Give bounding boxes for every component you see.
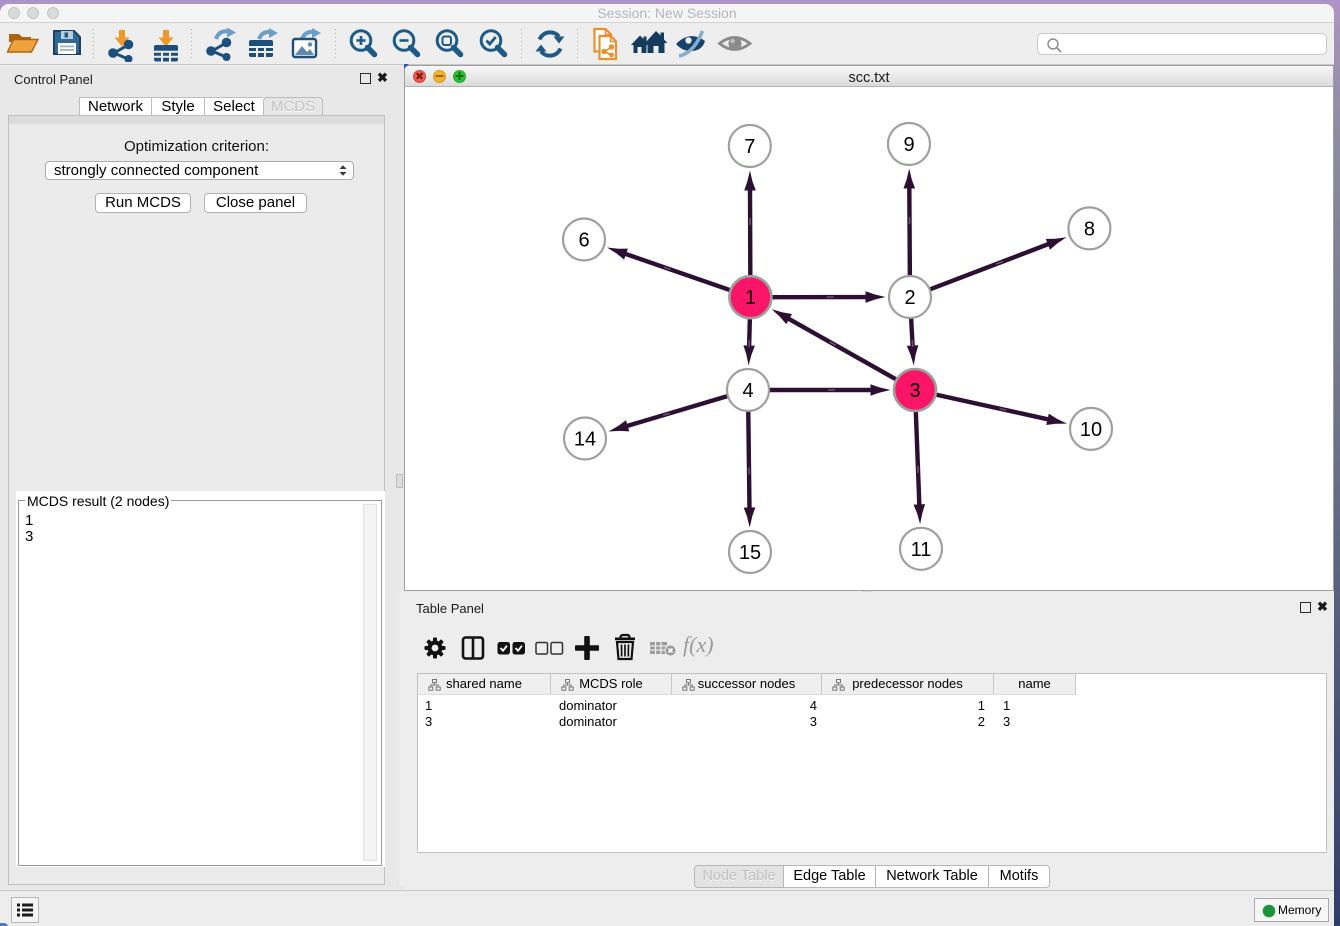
svg-text:9: 9 <box>903 134 914 156</box>
svg-text:15: 15 <box>739 542 761 564</box>
svg-text:1: 1 <box>745 287 756 309</box>
svg-text:3: 3 <box>909 380 920 402</box>
svg-text:4: 4 <box>742 380 753 402</box>
svg-text:2: 2 <box>904 287 915 309</box>
svg-text:10: 10 <box>1080 419 1102 441</box>
svg-text:8: 8 <box>1084 218 1095 240</box>
svg-text:14: 14 <box>574 429 596 451</box>
svg-text:11: 11 <box>911 539 932 561</box>
svg-text:6: 6 <box>578 230 589 252</box>
svg-text:7: 7 <box>744 136 755 158</box>
